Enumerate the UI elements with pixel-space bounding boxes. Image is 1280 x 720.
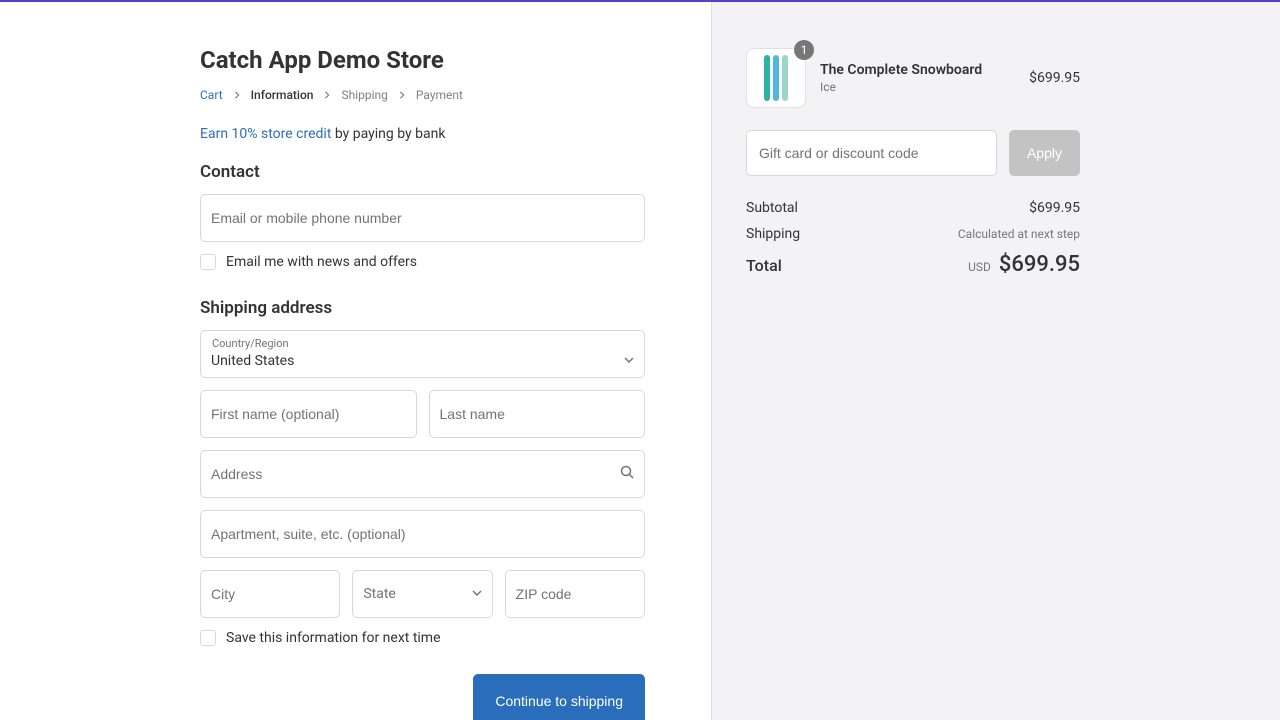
save-info-checkbox-row[interactable]: Save this information for next time [200, 630, 645, 646]
newsletter-label: Email me with news and offers [226, 254, 417, 270]
discount-row: Apply [746, 130, 1080, 176]
total-amount: $699.95 [999, 252, 1080, 277]
save-info-label: Save this information for next time [226, 630, 441, 646]
zip-input[interactable] [516, 586, 634, 602]
chevron-right-icon [323, 91, 331, 99]
cart-item-info: The Complete Snowboard Ice [820, 62, 1015, 94]
zip-field[interactable] [505, 570, 645, 618]
snowboard-thumbnail-icon [756, 53, 796, 103]
shipping-address-block: Country/Region United States [200, 330, 645, 646]
save-info-checkbox[interactable] [200, 630, 216, 646]
address2-field[interactable] [200, 510, 645, 558]
discount-input-wrapper[interactable] [746, 130, 997, 176]
order-summary-panel: 1 The Complete Snowboard Ice $699.95 App… [712, 2, 1280, 720]
main-panel: Catch App Demo Store Cart Information Sh… [0, 2, 712, 720]
promo-message: Earn 10% store credit by paying by bank [200, 126, 645, 142]
breadcrumb-information: Information [251, 88, 314, 102]
last-name-input[interactable] [440, 406, 635, 422]
city-input[interactable] [211, 586, 329, 602]
apply-button[interactable]: Apply [1009, 130, 1080, 176]
discount-input[interactable] [759, 145, 984, 161]
continue-button[interactable]: Continue to shipping [473, 674, 645, 720]
cart-item-price: $699.95 [1029, 70, 1080, 86]
chevron-down-icon [472, 586, 482, 602]
total-label: Total [746, 256, 782, 275]
state-placeholder: State [363, 586, 396, 602]
subtotal-row: Subtotal $699.95 [746, 200, 1080, 216]
promo-link[interactable]: Earn 10% store credit [200, 126, 331, 142]
shipping-label: Shipping [746, 226, 800, 242]
totals-block: Subtotal $699.95 Shipping Calculated at … [746, 200, 1080, 277]
promo-rest: by paying by bank [331, 126, 445, 142]
first-name-field[interactable] [200, 390, 417, 438]
store-title: Catch App Demo Store [200, 46, 645, 74]
chevron-right-icon [233, 91, 241, 99]
checkout-container: Catch App Demo Store Cart Information Sh… [0, 0, 1280, 720]
country-label: Country/Region [212, 337, 289, 350]
country-select[interactable]: Country/Region United States [200, 330, 645, 378]
contact-heading: Contact [200, 162, 645, 182]
breadcrumb-payment: Payment [416, 88, 463, 102]
top-accent-bar [0, 0, 1280, 2]
last-name-field[interactable] [429, 390, 646, 438]
cart-item-thumb-wrap: 1 [746, 48, 806, 108]
city-field[interactable] [200, 570, 340, 618]
cta-row: Continue to shipping [200, 674, 645, 720]
subtotal-value: $699.95 [1029, 200, 1080, 216]
cart-item: 1 The Complete Snowboard Ice $699.95 [746, 48, 1080, 108]
breadcrumb-cart[interactable]: Cart [200, 88, 223, 102]
email-field-wrapper[interactable] [200, 194, 645, 242]
state-select[interactable]: State [352, 570, 492, 618]
subtotal-label: Subtotal [746, 200, 798, 216]
cart-item-title: The Complete Snowboard [820, 62, 1015, 78]
address-input[interactable] [211, 466, 620, 482]
search-icon [620, 465, 634, 483]
total-currency: USD [968, 260, 991, 274]
shipping-note: Calculated at next step [958, 227, 1080, 241]
shipping-heading: Shipping address [200, 298, 645, 318]
breadcrumb-shipping: Shipping [341, 88, 387, 102]
cart-item-variant: Ice [820, 80, 1015, 94]
grand-total-row: Total USD $699.95 [746, 252, 1080, 277]
chevron-right-icon [398, 91, 406, 99]
email-input[interactable] [211, 210, 634, 226]
cart-item-qty-badge: 1 [794, 40, 814, 60]
first-name-input[interactable] [211, 406, 406, 422]
address2-input[interactable] [211, 526, 634, 542]
chevron-down-icon [624, 353, 634, 369]
breadcrumb: Cart Information Shipping Payment [200, 88, 645, 102]
newsletter-checkbox[interactable] [200, 254, 216, 270]
country-value: United States [211, 353, 294, 369]
newsletter-checkbox-row[interactable]: Email me with news and offers [200, 254, 645, 270]
address-field[interactable] [200, 450, 645, 498]
shipping-row: Shipping Calculated at next step [746, 226, 1080, 242]
